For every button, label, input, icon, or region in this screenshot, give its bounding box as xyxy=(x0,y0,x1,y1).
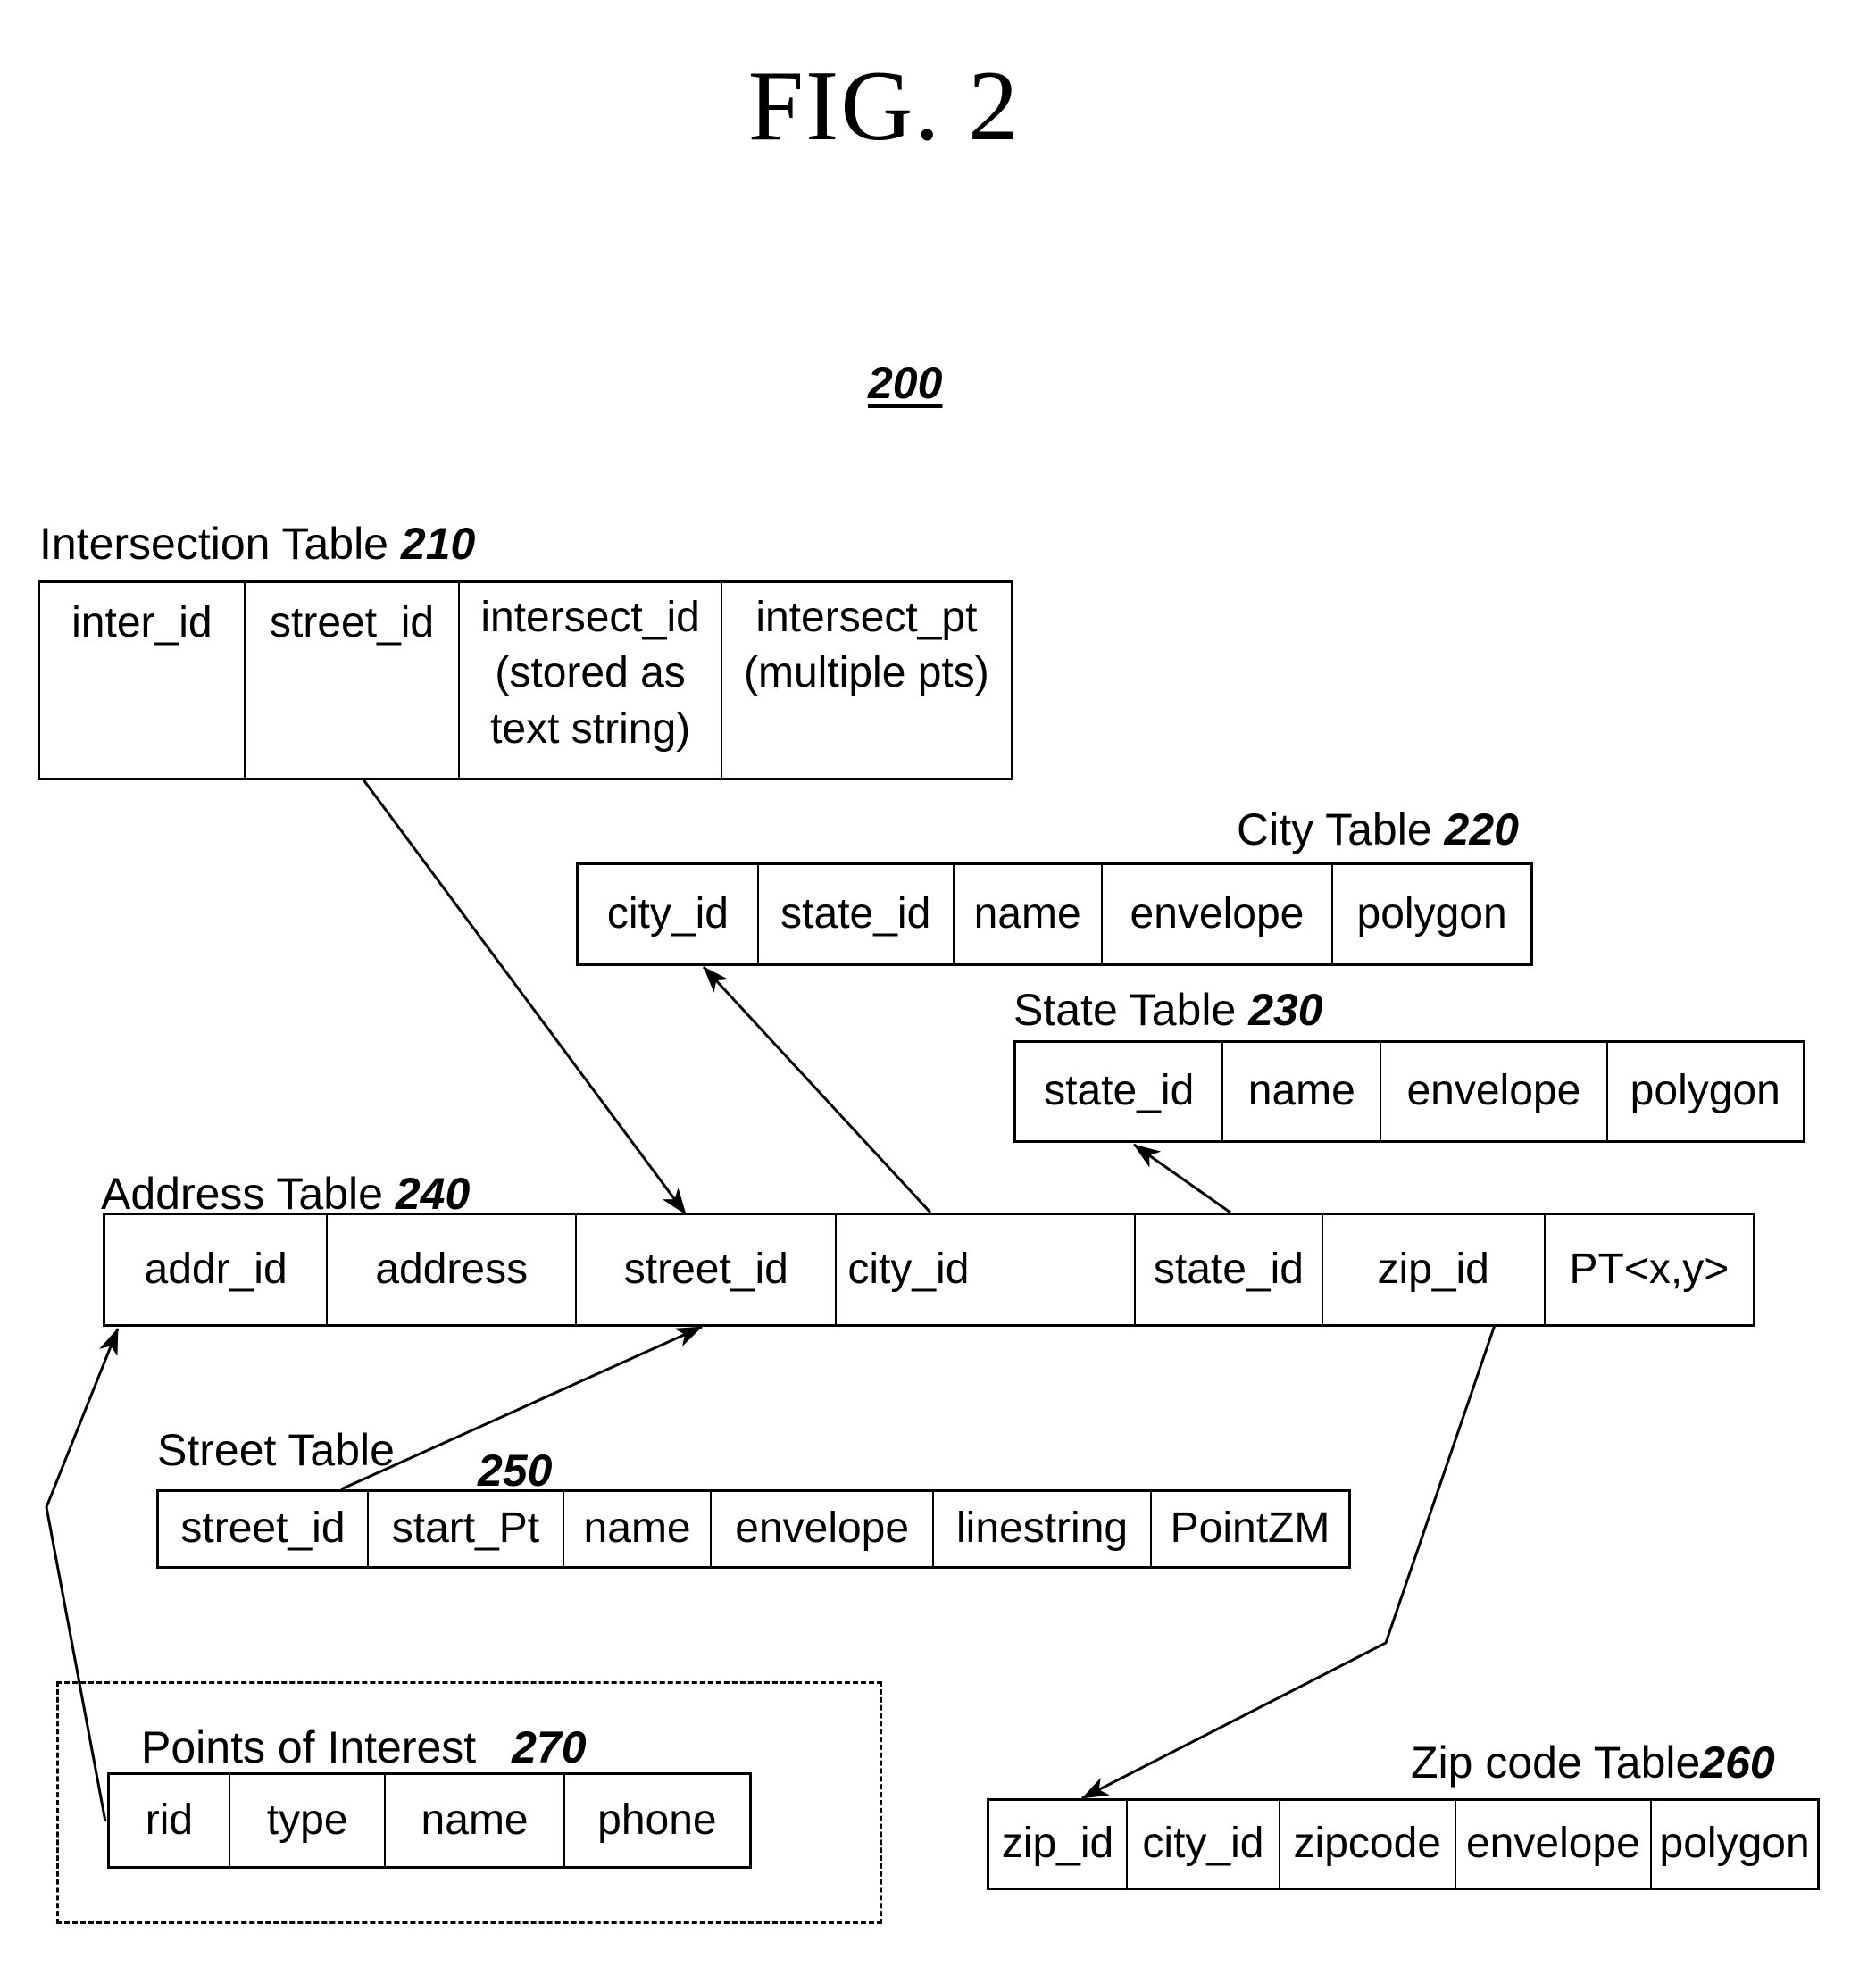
zipcode-col-polygon: polygon xyxy=(1659,1820,1810,1868)
relationship-connectors xyxy=(45,778,1497,1822)
intersection-col-intersect-id: intersect_id (stored as text string) xyxy=(460,583,722,778)
city-col-city-id: city_id xyxy=(579,865,759,963)
poi-col-rid: rid xyxy=(110,1775,230,1866)
poi-table-title: Points of Interest xyxy=(141,1722,477,1772)
address-table-ref: 240 xyxy=(395,1169,471,1219)
street-table-label: Street Table xyxy=(157,1425,395,1475)
address-col-city-id: city_id xyxy=(837,1215,1137,1324)
state-table-label: State Table 230 xyxy=(1013,984,1323,1036)
connector-address-to-state xyxy=(1133,1143,1231,1214)
city-col-envelope: envelope xyxy=(1103,865,1334,963)
state-col-name: name xyxy=(1223,1043,1382,1140)
zipcode-col-zip-id: zip_id xyxy=(989,1801,1128,1888)
street-col-linestring: linestring xyxy=(934,1492,1152,1566)
zipcode-col-zipcode: zipcode xyxy=(1280,1801,1456,1888)
state-table-ref: 230 xyxy=(1248,985,1323,1035)
state-col-envelope: envelope xyxy=(1381,1043,1608,1140)
city-col-polygon: polygon xyxy=(1356,889,1507,938)
poi-col-name: name xyxy=(386,1775,565,1866)
street-col-pointzm: PointZM xyxy=(1170,1504,1330,1553)
city-table-label: City Table 220 xyxy=(1237,804,1519,855)
street-table: street_id start_Pt name envelope linestr… xyxy=(156,1489,1351,1569)
connector-address-to-city xyxy=(702,965,932,1214)
address-col-pt-xy: PT<x,y> xyxy=(1569,1245,1730,1293)
state-col-polygon: polygon xyxy=(1630,1067,1780,1115)
intersection-col-inter-id: inter_id xyxy=(40,583,246,778)
connector-intersection-to-address xyxy=(361,778,688,1215)
zipcode-table: zip_id city_id zipcode envelope polygon xyxy=(987,1798,1820,1890)
street-col-street-id: street_id xyxy=(159,1492,369,1566)
state-table: state_id name envelope polygon xyxy=(1013,1040,1805,1143)
zipcode-table-title: Zip code Table xyxy=(1411,1738,1701,1788)
address-col-state-id: state_id xyxy=(1136,1215,1323,1324)
intersection-table-label: Intersection Table 210 xyxy=(39,518,475,570)
state-col-state-id: state_id xyxy=(1016,1043,1224,1140)
poi-col-type: type xyxy=(230,1775,387,1866)
zipcode-table-ref: 260 xyxy=(1700,1738,1775,1788)
city-col-state-id: state_id xyxy=(759,865,955,963)
city-table-title: City Table xyxy=(1237,804,1432,854)
poi-table-label: Points of Interest 270 xyxy=(141,1721,587,1773)
intersection-col-street-id: street_id xyxy=(246,583,461,778)
city-table-ref: 220 xyxy=(1444,804,1519,854)
zipcode-table-label: Zip code Table260 xyxy=(1411,1737,1775,1788)
intersection-table: inter_id street_id intersect_id (stored … xyxy=(38,580,1013,780)
city-col-name: name xyxy=(955,865,1103,963)
street-col-envelope: envelope xyxy=(712,1492,935,1566)
street-col-name: name xyxy=(564,1492,713,1566)
figure-title: FIG. 2 xyxy=(747,51,1021,162)
state-table-title: State Table xyxy=(1013,985,1237,1035)
intersection-table-title: Intersection Table xyxy=(39,519,388,569)
street-col-start-pt: start_Pt xyxy=(369,1492,564,1566)
address-col-address: address xyxy=(328,1215,578,1324)
address-col-addr-id: addr_id xyxy=(105,1215,329,1324)
poi-table: rid type name phone xyxy=(107,1772,752,1869)
zipcode-col-city-id: city_id xyxy=(1128,1801,1280,1888)
address-col-street-id: street_id xyxy=(577,1215,838,1324)
intersection-table-ref: 210 xyxy=(400,519,476,569)
intersection-col-intersect-pt: intersect_pt (multiple pts) xyxy=(744,594,989,697)
address-table-title: Address Table xyxy=(101,1169,383,1219)
city-table: city_id state_id name envelope polygon xyxy=(576,862,1533,966)
poi-col-phone: phone xyxy=(597,1796,717,1844)
poi-table-ref: 270 xyxy=(512,1722,587,1772)
zipcode-col-envelope: envelope xyxy=(1456,1801,1653,1888)
figure-reference-number: 200 xyxy=(868,358,943,408)
address-table: addr_id address street_id city_id state_… xyxy=(103,1212,1755,1327)
address-col-zip-id: zip_id xyxy=(1323,1215,1546,1324)
